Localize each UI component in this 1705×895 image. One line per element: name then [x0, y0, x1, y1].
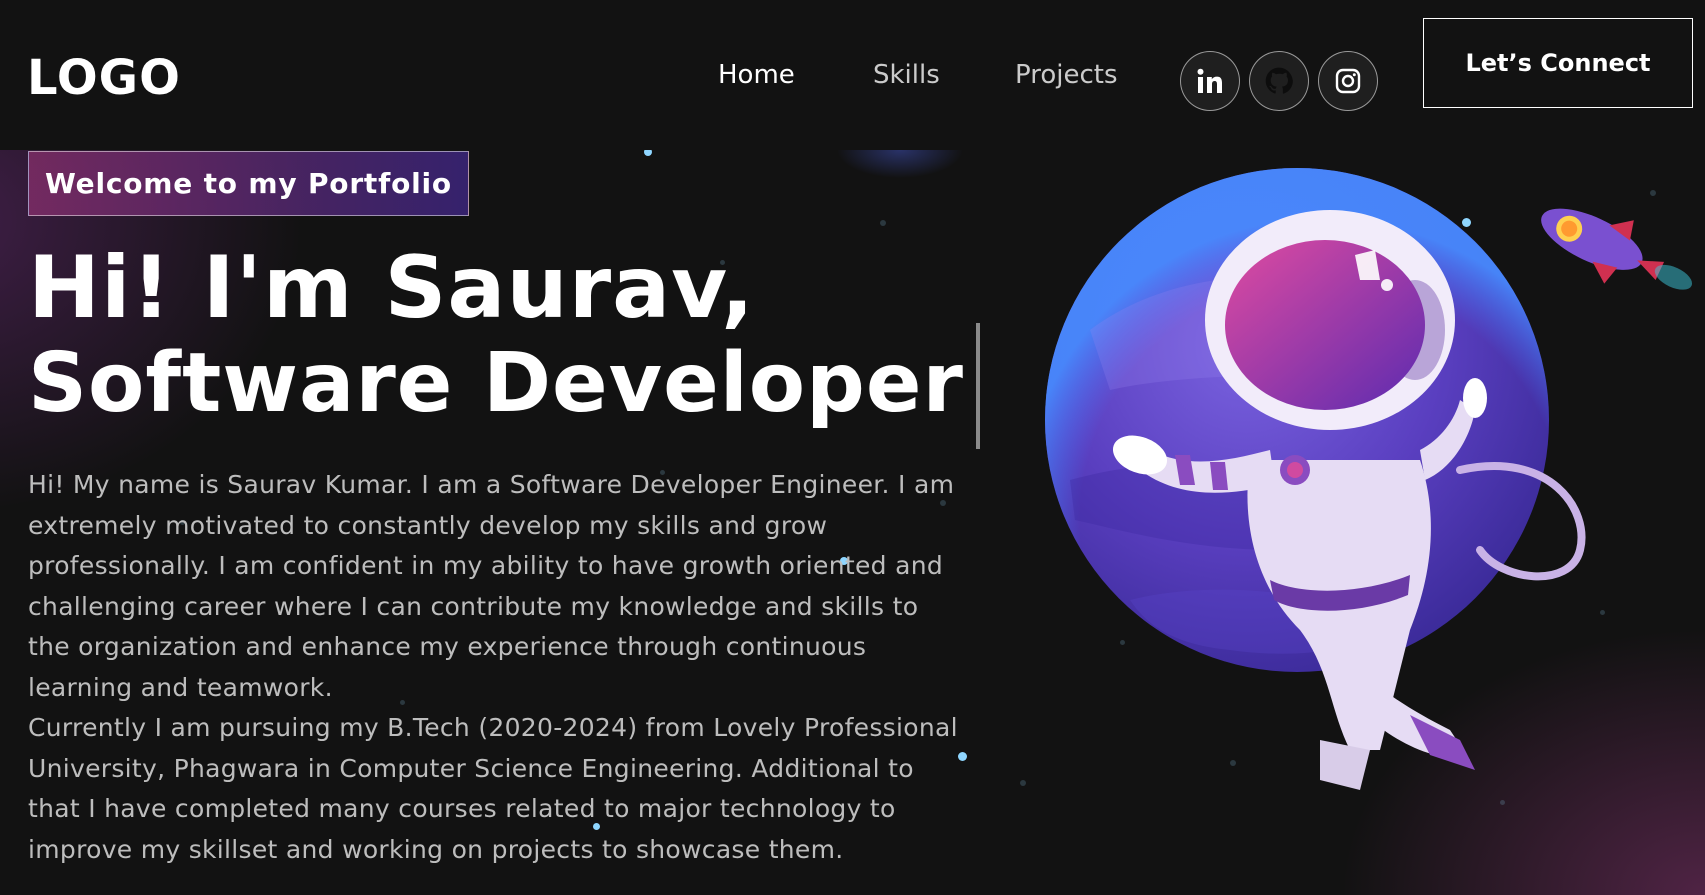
rocket — [1541, 208, 1693, 290]
nav-link-skills[interactable]: Skills — [873, 55, 940, 95]
nav-links: Home Skills Projects — [700, 55, 1118, 95]
headline-line-1: Hi! I'm Saurav, — [28, 238, 755, 338]
typing-cursor — [976, 323, 980, 449]
navbar: LOGO Home Skills Projects Let’s Connect — [0, 0, 1705, 150]
github-icon — [1265, 67, 1293, 94]
headline-line-2: Software Developer — [28, 336, 964, 431]
github-button[interactable] — [1249, 51, 1309, 111]
hero-headline: Hi! I'm Saurav, Software Developer — [28, 240, 964, 432]
linkedin-icon — [1197, 68, 1222, 93]
portfolio-page: LOGO Home Skills Projects Let’s Connect … — [0, 0, 1705, 895]
astronaut-illustration — [1045, 168, 1693, 790]
social-icons — [1180, 51, 1378, 111]
instagram-button[interactable] — [1318, 51, 1378, 111]
bio-paragraph-1: Hi! My name is Saurav Kumar. I am a Soft… — [28, 470, 955, 702]
bio-paragraph-2: Currently I am pursuing my B.Tech (2020-… — [28, 713, 958, 864]
linkedin-button[interactable] — [1180, 51, 1240, 111]
nav-link-home[interactable]: Home — [718, 55, 795, 95]
instagram-icon — [1335, 68, 1361, 94]
nav-link-projects[interactable]: Projects — [1015, 55, 1118, 95]
tagline-badge: Welcome to my Portfolio — [28, 151, 469, 216]
lets-connect-button[interactable]: Let’s Connect — [1423, 18, 1693, 108]
hero-bio: Hi! My name is Saurav Kumar. I am a Soft… — [28, 465, 958, 870]
logo[interactable]: LOGO — [27, 46, 181, 110]
